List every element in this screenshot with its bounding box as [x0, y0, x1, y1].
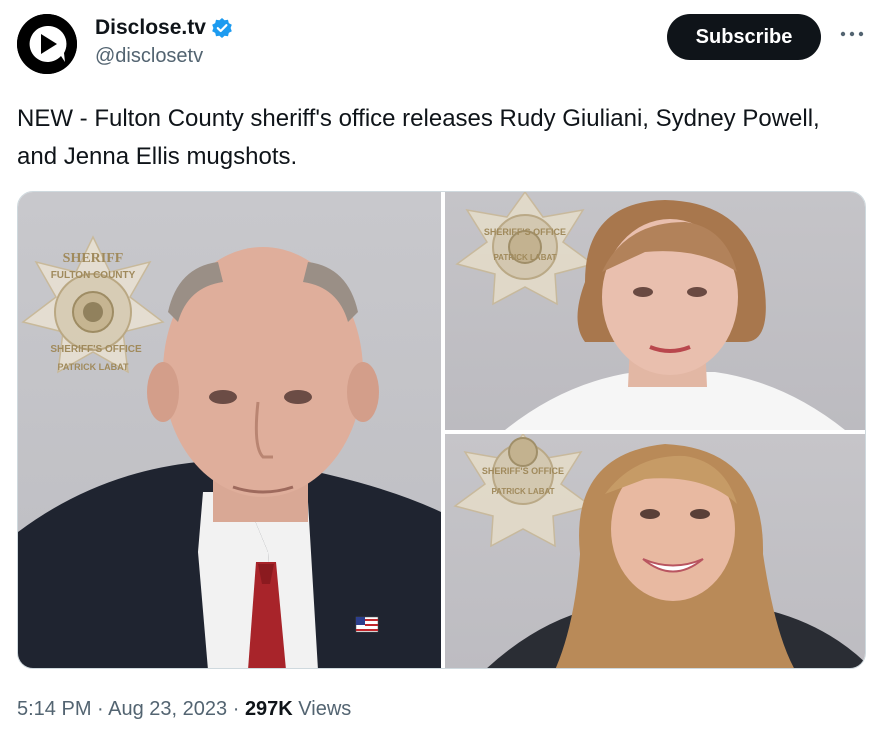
author-handle[interactable]: @disclosetv: [95, 42, 233, 70]
tweet-header: Disclose.tv @disclosetv Subscribe: [17, 12, 869, 76]
verified-badge-icon: [211, 17, 233, 39]
views-count: 297K: [244, 698, 293, 720]
tweet-text: NEW - Fulton County sheriff's office rel…: [17, 105, 820, 170]
badge-bottom-text: PATRICK LABAT: [493, 253, 556, 262]
more-dots-icon[interactable]: [839, 24, 865, 44]
tweet-date[interactable]: Aug 23, 2023: [108, 698, 227, 720]
badge-bottom-text: PATRICK LABAT: [58, 362, 129, 372]
sheriff-badge-icon: [455, 192, 595, 306]
mugshot-photo-1[interactable]: SHERIFF FULTON COUNTY SHERIFF'S OFFICE P…: [18, 192, 441, 668]
mugshot-photo-3[interactable]: SHERIFF'S OFFICE PATRICK LABAT: [445, 434, 865, 668]
author-name-block: Disclose.tv @disclosetv: [95, 14, 233, 70]
meta-separator: ·: [91, 698, 109, 720]
author-display-name-text: Disclose.tv: [95, 16, 206, 39]
badge-top-text: SHERIFF: [63, 251, 124, 266]
author-display-name[interactable]: Disclose.tv: [95, 14, 233, 42]
badge-ring-text: FULTON COUNTY: [51, 270, 136, 281]
media-grid: SHERIFF FULTON COUNTY SHERIFF'S OFFICE P…: [17, 191, 866, 669]
views-label: Views: [292, 698, 352, 720]
badge-bottom-text: PATRICK LABAT: [491, 487, 554, 496]
meta-separator: ·: [227, 698, 245, 720]
author-avatar[interactable]: [17, 14, 77, 74]
subscribe-button[interactable]: Subscribe: [667, 14, 821, 60]
badge-lower-text: SHERIFF'S OFFICE: [484, 227, 566, 237]
mugshot-photo-2[interactable]: SHERIFF'S OFFICE PATRICK LABAT: [445, 192, 865, 430]
disclose-logo-icon: [17, 14, 77, 74]
tweet-meta: 5:14 PM · Aug 23, 2023 · 297K Views: [17, 696, 351, 722]
badge-lower-text: SHERIFF'S OFFICE: [482, 466, 564, 476]
badge-lower-text: SHERIFF'S OFFICE: [50, 344, 142, 355]
tweet-time[interactable]: 5:14 PM: [17, 698, 91, 720]
